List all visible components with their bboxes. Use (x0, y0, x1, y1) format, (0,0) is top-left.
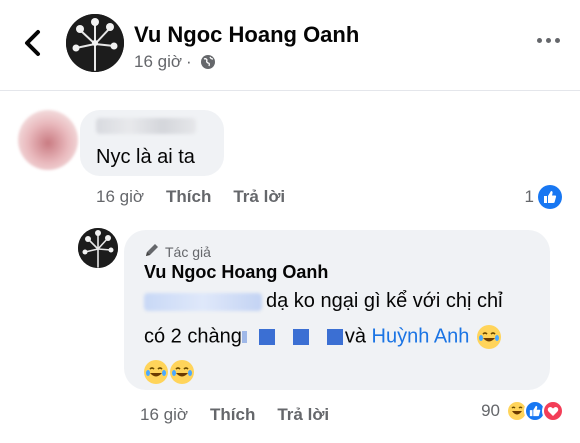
author-badge-label: Tác giả (165, 243, 211, 260)
blurred-mention[interactable] (144, 292, 262, 311)
reply-actions: 16 giờ Thích Trả lời (140, 405, 329, 425)
divider (0, 90, 580, 91)
more-icon[interactable] (537, 38, 560, 43)
globe-icon (200, 54, 216, 70)
poster-name[interactable]: Vu Ngoc Hoang Oanh (134, 22, 359, 48)
post-meta: 16 giờ · (134, 52, 216, 72)
back-arrow-icon[interactable] (22, 28, 44, 58)
reply-reaction-summary[interactable]: 90 (481, 400, 564, 422)
reaction-summary[interactable]: 1 (525, 185, 562, 209)
mention-link[interactable]: Huỳnh Anh (372, 325, 470, 347)
reply-text-line-2: có 2 chàng và Huỳnh Anh (144, 325, 501, 349)
censor-mark (258, 329, 275, 345)
love-reaction-icon (542, 400, 564, 422)
reply-time[interactable]: 16 giờ (140, 405, 188, 425)
reaction-count: 1 (524, 187, 534, 206)
reply-avatar[interactable] (78, 228, 118, 268)
censor-mark (241, 331, 247, 343)
laughing-tears-emoji (476, 325, 501, 349)
laughing-tears-emoji (144, 360, 168, 384)
comment-actions: 16 giờ Thích Trả lời (96, 187, 285, 207)
reply-text-line-3 (144, 360, 194, 384)
commenter-avatar[interactable] (18, 110, 78, 170)
comment-time[interactable]: 16 giờ (96, 187, 144, 207)
like-reaction-icon (538, 185, 562, 209)
reply-author-name[interactable]: Vu Ngoc Hoang Oanh (144, 262, 328, 283)
post-header: Vu Ngoc Hoang Oanh 16 giờ · (0, 0, 580, 90)
comment-text: Nyc là ai ta (96, 146, 195, 168)
blurred-commenter-name[interactable] (96, 118, 196, 134)
censor-mark (292, 329, 309, 345)
reply-button[interactable]: Trả lời (277, 405, 329, 425)
like-button[interactable]: Thích (210, 405, 255, 425)
reaction-count: 90 (481, 401, 500, 420)
meta-separator: · (186, 52, 192, 71)
post-time[interactable]: 16 giờ (134, 52, 182, 72)
laughing-tears-emoji (170, 360, 194, 384)
author-badge: Tác giả (144, 242, 211, 261)
reply-button[interactable]: Trả lời (233, 187, 285, 207)
reply-text-line-1: dạ ko ngại gì kể với chị chỉ (144, 290, 503, 313)
like-button[interactable]: Thích (166, 187, 211, 207)
avatar[interactable] (66, 14, 124, 72)
pencil-icon (144, 242, 160, 261)
censor-mark (326, 329, 343, 345)
